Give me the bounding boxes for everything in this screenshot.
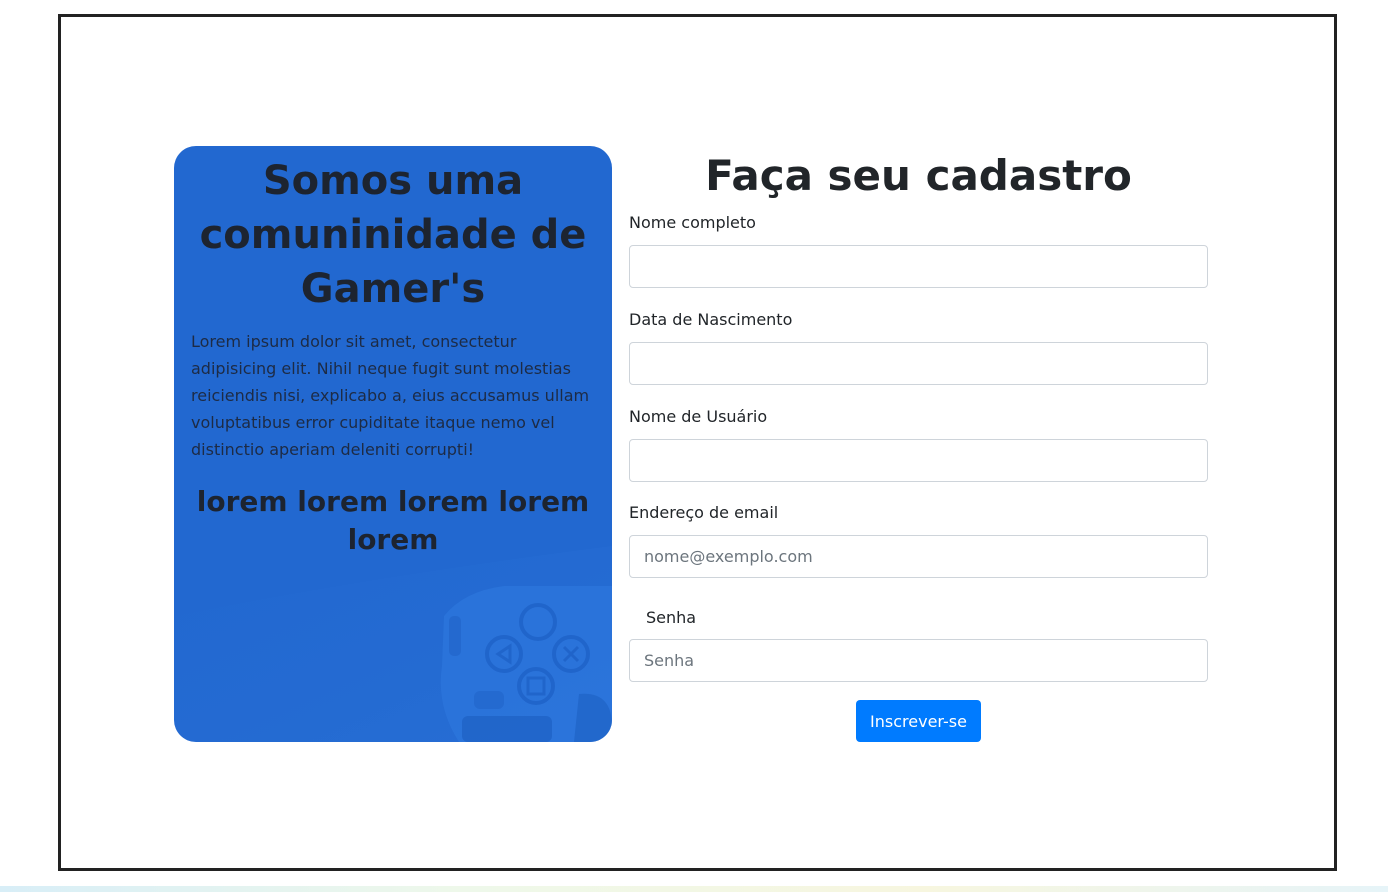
promo-text: Lorem ipsum dolor sit amet, consectetur … <box>191 332 590 459</box>
promo-subtitle: lorem lorem lorem lorem lorem <box>196 485 590 556</box>
birth-date-input[interactable] <box>629 342 1208 385</box>
promo-card: Somos uma comuninidade de Gamer's Lorem … <box>174 146 612 742</box>
password-label: Senha <box>646 608 697 627</box>
signup-button[interactable]: Inscrever-se <box>856 700 981 742</box>
form-title: Faça seu cadastro <box>705 151 1132 200</box>
bottom-strip <box>0 886 1388 892</box>
username-label: Nome de Usuário <box>629 407 768 426</box>
password-input[interactable] <box>629 639 1208 682</box>
full-name-label: Nome completo <box>629 213 756 232</box>
birth-date-label: Data de Nascimento <box>629 310 793 329</box>
promo-title: Somos uma comuninidade de Gamer's <box>199 158 587 312</box>
email-label: Endereço de email <box>629 503 779 522</box>
email-input[interactable] <box>629 535 1208 578</box>
username-input[interactable] <box>629 439 1208 482</box>
full-name-input[interactable] <box>629 245 1208 288</box>
signup-form: Faça seu cadastro Nome completo Data de … <box>629 146 1208 742</box>
